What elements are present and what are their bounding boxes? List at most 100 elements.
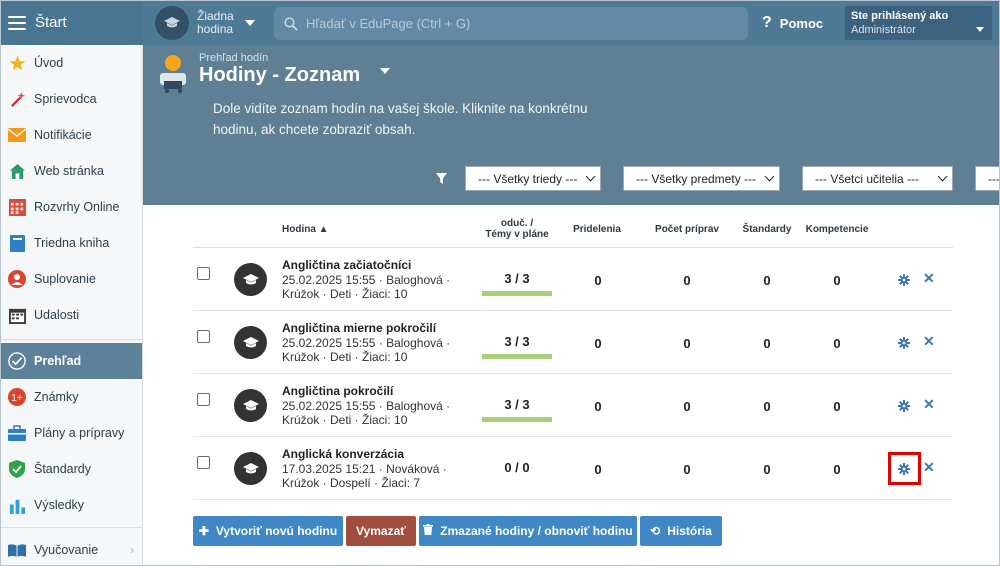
column-header-standards[interactable]: Štandardy <box>739 224 795 235</box>
sidebar-item-sprievodca[interactable]: Sprievodca <box>0 81 142 117</box>
column-header-assignments[interactable]: Pridelenia <box>567 224 627 235</box>
graduation-cap-icon <box>234 326 267 359</box>
lesson-selector[interactable]: Žiadna hodina <box>155 5 255 40</box>
calendar-grid-icon <box>8 198 26 216</box>
row-checkbox[interactable] <box>197 267 210 280</box>
standards-count: 0 <box>763 273 771 288</box>
close-icon[interactable]: ✕ <box>923 333 935 350</box>
login-status-label: Ste prihlásený ako <box>851 10 949 22</box>
gear-icon[interactable] <box>898 274 910 289</box>
sidebar-item-plany[interactable]: Plány a prípravy <box>0 415 142 451</box>
competences-count: 0 <box>833 462 841 477</box>
sidebar-item-udalosti[interactable]: Udalosti <box>0 297 142 333</box>
column-header-competences[interactable]: Kompetencie <box>802 224 872 235</box>
close-icon[interactable]: ✕ <box>923 396 935 413</box>
lesson-selector-label: Žiadna hodina <box>197 8 234 36</box>
lesson-name[interactable]: Anglická konverzácia <box>282 447 404 461</box>
search-input[interactable] <box>306 7 748 40</box>
lesson-info-line2: Krúžok · Deti · Žiaci: 10 <box>282 350 408 364</box>
subject-filter-select[interactable]: --- Všetky predmety --- <box>623 166 780 191</box>
sidebar-item-web-stranka[interactable]: Web stránka <box>0 153 142 189</box>
gear-icon[interactable] <box>898 400 910 415</box>
search-box[interactable] <box>274 7 748 40</box>
class-filter-select[interactable]: --- Všetky triedy --- <box>465 166 601 191</box>
check-circle-icon <box>8 352 26 370</box>
row-checkbox[interactable] <box>197 393 210 406</box>
deleted-lessons-label: Zmazané hodiny / obnoviť hodinu <box>440 524 633 538</box>
sidebar-item-label: Známky <box>34 390 79 404</box>
sidebar-item-triedna-kniha[interactable]: Triedna kniha <box>0 225 142 261</box>
breadcrumb[interactable]: Prehľad hodín <box>199 52 268 64</box>
row-checkbox[interactable] <box>197 330 210 343</box>
sidebar-item-label: Udalosti <box>34 308 80 322</box>
open-book-icon <box>8 541 26 559</box>
chevron-down-icon <box>976 27 984 32</box>
gear-icon[interactable] <box>898 337 910 352</box>
login-dropdown[interactable]: Ste prihlásený ako Administrátor <box>845 6 992 40</box>
sidebar-item-vysledky[interactable]: Výsledky <box>0 487 142 523</box>
help-button[interactable]: ? Pomoc <box>762 14 823 32</box>
chevron-down-icon <box>245 19 255 26</box>
page-description: Dole vidíte zoznam hodín na vašej škole.… <box>213 101 588 137</box>
sidebar-divider <box>0 527 142 528</box>
sidebar-item-vyucovanie[interactable]: Vyučovanie › <box>0 532 142 566</box>
sidebar-item-notifikacie[interactable]: Notifikácie <box>0 117 142 153</box>
envelope-icon <box>8 126 26 144</box>
close-icon[interactable]: ✕ <box>923 270 935 287</box>
lesson-info: 17.03.2025 15:21 · Nováková · Krúžok · Do… <box>282 462 462 490</box>
magic-wand-icon <box>8 90 26 108</box>
chevron-right-icon: › <box>130 543 134 557</box>
assignments-count: 0 <box>594 273 602 288</box>
graduation-cap-icon <box>234 263 267 296</box>
taught-count: 3 / 3 <box>504 397 530 412</box>
login-role: Administrátor <box>851 24 916 36</box>
table-row[interactable]: Angličtina pokročilí 25.02.2025 15:55 · B… <box>193 374 953 437</box>
sidebar-item-uvod[interactable]: Úvod <box>0 45 142 81</box>
history-button[interactable]: ⟲ História <box>640 516 722 546</box>
start-menu-button[interactable]: Štart <box>0 0 143 45</box>
column-header-lesson[interactable]: Hodina ▲ <box>282 224 329 235</box>
lesson-info-line2: Krúžok · Deti · Žiaci: 10 <box>282 413 408 427</box>
table-row[interactable]: Angličtina mierne pokročilí 25.02.2025 15… <box>193 311 953 374</box>
sidebar-item-znamky[interactable]: 1+ Známky <box>0 379 142 415</box>
delete-button[interactable]: Vymazať <box>346 516 416 546</box>
teacher-avatar-icon <box>158 53 190 93</box>
sidebar-item-standardy[interactable]: Štandardy <box>0 451 142 487</box>
close-icon[interactable]: ✕ <box>923 459 935 476</box>
user-icon <box>8 270 26 288</box>
row-checkbox[interactable] <box>197 456 210 469</box>
taught-count: 3 / 3 <box>504 271 530 286</box>
preparations-count: 0 <box>683 273 691 288</box>
sidebar-item-suplovanie[interactable]: Suplovanie <box>0 261 142 297</box>
lesson-info-line1: 25.02.2025 15:55 · Baloghová · <box>282 399 451 413</box>
lesson-info-line1: 25.02.2025 15:55 · Baloghová · <box>282 336 451 350</box>
sidebar-item-label: Triedna kniha <box>34 236 110 250</box>
sidebar-item-prehlad[interactable]: Prehľad <box>0 343 142 379</box>
chevron-down-icon <box>585 171 596 182</box>
page-header: Prehľad hodín Hodiny - Zoznam Dole vidít… <box>143 45 1000 205</box>
start-label: Štart <box>35 14 67 31</box>
more-filter-select[interactable]: --- <box>975 166 1000 191</box>
lesson-info: 25.02.2025 15:55 · Baloghová · Krúžok · D… <box>282 336 462 364</box>
star-icon <box>8 54 26 72</box>
sidebar-item-rozvrhy[interactable]: Rozvrhy Online <box>0 189 142 225</box>
sidebar-item-label: Suplovanie <box>34 272 96 286</box>
chevron-down-icon[interactable] <box>380 68 390 74</box>
create-lesson-button[interactable]: ✚ Vytvoriť novú hodinu <box>193 516 343 546</box>
taught-count: 0 / 0 <box>504 460 530 475</box>
column-header-taught[interactable]: oduč. / Témy v pláne <box>472 218 562 240</box>
lesson-name[interactable]: Angličtina začiatočníci <box>282 258 411 272</box>
lesson-name[interactable]: Angličtina pokročilí <box>282 384 393 398</box>
sidebar-item-label: Štandardy <box>34 462 91 476</box>
graduation-cap-icon <box>234 389 267 422</box>
progress-bar <box>482 291 552 296</box>
progress-bar <box>482 417 552 422</box>
table-row[interactable]: Anglická konverzácia 17.03.2025 15:21 · N… <box>193 437 953 500</box>
table-row[interactable]: Angličtina začiatočníci 25.02.2025 15:55 … <box>193 248 953 311</box>
deleted-lessons-button[interactable]: Zmazané hodiny / obnoviť hodinu <box>419 516 637 546</box>
preparations-count: 0 <box>683 399 691 414</box>
teacher-filter-select[interactable]: --- Všetci učitelia --- <box>802 166 953 191</box>
column-header-preparations[interactable]: Počet príprav <box>647 224 727 235</box>
history-label: História <box>667 524 712 538</box>
lesson-name[interactable]: Angličtina mierne pokročilí <box>282 321 436 335</box>
